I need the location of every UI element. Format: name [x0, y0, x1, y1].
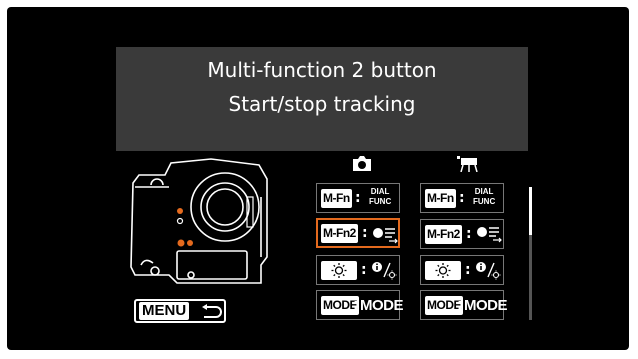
- mfn2-badge: M-Fn2: [321, 224, 358, 243]
- movie-camera-icon: [457, 156, 478, 172]
- mfn-movie-cell[interactable]: M-Fn : DIAL FUNC: [420, 183, 504, 213]
- brightness-still-cell[interactable]: :: [316, 255, 400, 285]
- dial-func-label: DIAL FUNC: [473, 187, 496, 206]
- mode-value: MODE: [360, 297, 404, 314]
- return-arrow-icon: [202, 304, 222, 318]
- mfn2-badge: M-Fn2: [425, 225, 462, 244]
- mfn2-movie-cell[interactable]: M-Fn2 :: [420, 219, 504, 249]
- function-description-box: Multi-function 2 button Start/stop track…: [116, 47, 528, 151]
- brightness-icon: [321, 261, 357, 280]
- camera-screen: Multi-function 2 button Start/stop track…: [7, 7, 629, 350]
- camera-body-illustration: [130, 158, 268, 284]
- mode-value: MODE: [464, 297, 508, 314]
- scroll-thumb[interactable]: [529, 187, 532, 235]
- mode-still-cell[interactable]: MODE : MODE: [316, 290, 404, 320]
- menu-back-button[interactable]: MENU: [134, 299, 226, 323]
- af-tracking-icon: [373, 228, 398, 244]
- mfn2-still-cell[interactable]: M-Fn2 :: [316, 218, 400, 248]
- info-brightness-icon: [372, 262, 397, 280]
- dial-func-label: DIAL FUNC: [369, 187, 392, 206]
- mfn-badge: M-Fn: [425, 189, 456, 208]
- af-tracking-icon: [477, 227, 502, 243]
- mfn-still-cell[interactable]: M-Fn : DIAL FUNC: [316, 183, 400, 213]
- brightness-icon: [425, 261, 461, 280]
- mode-movie-cell[interactable]: MODE : MODE: [420, 290, 508, 320]
- menu-label: MENU: [139, 302, 190, 320]
- still-camera-icon: [353, 156, 371, 171]
- function-assignment: Start/stop tracking: [228, 92, 416, 116]
- scrollbar[interactable]: [529, 187, 532, 320]
- function-name: Multi-function 2 button: [207, 58, 437, 82]
- brightness-movie-cell[interactable]: :: [420, 255, 504, 285]
- mfn-badge: M-Fn: [321, 189, 352, 208]
- info-brightness-icon: [476, 262, 501, 280]
